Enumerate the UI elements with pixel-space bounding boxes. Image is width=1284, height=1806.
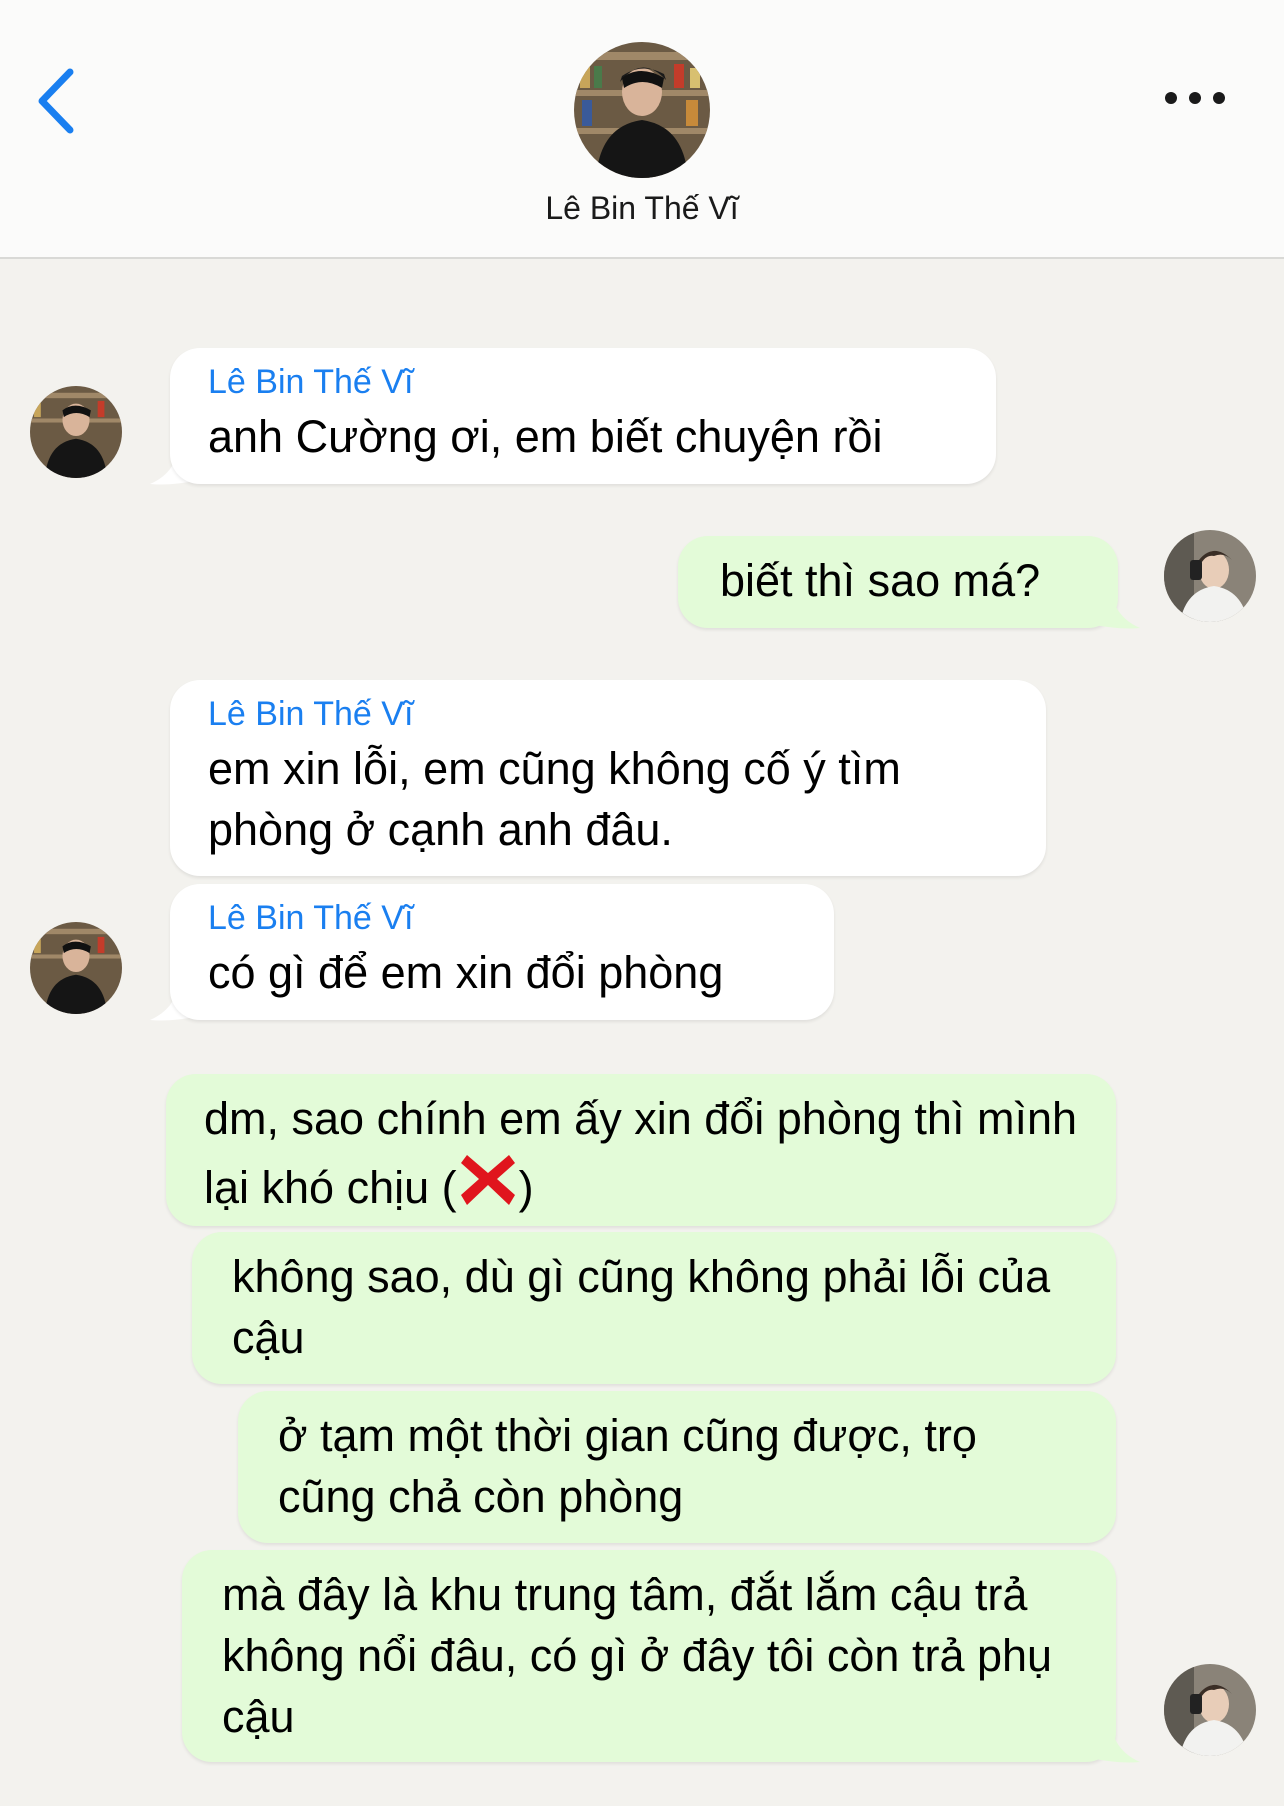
contact-name[interactable]: Lê Bin Thế Vĩ	[392, 190, 892, 227]
bubble-tail	[1090, 584, 1140, 629]
message-text: biết thì sao má?	[720, 555, 1041, 606]
cross-mark-icon	[460, 1155, 515, 1205]
message-bubble-outgoing[interactable]: mà đây là khu trung tâm, đắt lắm cậu trả…	[182, 1550, 1116, 1762]
message-text: có gì để em xin đổi phòng	[208, 947, 724, 998]
chat-header: Lê Bin Thế Vĩ	[0, 0, 1284, 259]
message-bubble-incoming[interactable]: Lê Bin Thế Vĩ em xin lỗi, em cũng không …	[170, 680, 1046, 876]
back-chevron-icon[interactable]	[34, 66, 84, 136]
my-avatar[interactable]	[1164, 1664, 1256, 1756]
message-bubble-outgoing[interactable]: biết thì sao má?	[678, 536, 1118, 628]
sender-name: Lê Bin Thế Vĩ	[208, 899, 414, 937]
message-text: không sao, dù gì cũng không phải lỗi của…	[232, 1251, 1051, 1363]
my-avatar[interactable]	[1164, 530, 1256, 622]
message-text: ở tạm một thời gian cũng được, trọ cũng …	[278, 1410, 977, 1522]
message-text: anh Cường ơi, em biết chuyện rồi	[208, 411, 883, 462]
message-text: dm, sao chính em ấy xin đổi phòng thì mì…	[204, 1093, 1077, 1213]
contact-avatar[interactable]	[574, 42, 710, 178]
message-bubble-incoming[interactable]: Lê Bin Thế Vĩ anh Cường ơi, em biết chuy…	[170, 348, 996, 484]
sender-name: Lê Bin Thế Vĩ	[208, 695, 414, 733]
sender-name: Lê Bin Thế Vĩ	[208, 363, 414, 401]
bubble-tail	[1090, 1718, 1140, 1763]
message-bubble-outgoing[interactable]: dm, sao chính em ấy xin đổi phòng thì mì…	[166, 1074, 1116, 1226]
message-bubble-incoming[interactable]: Lê Bin Thế Vĩ có gì để em xin đổi phòng	[170, 884, 834, 1020]
message-bubble-outgoing[interactable]: không sao, dù gì cũng không phải lỗi của…	[192, 1232, 1116, 1384]
more-options-icon[interactable]	[1160, 82, 1230, 114]
sender-avatar[interactable]	[30, 386, 122, 478]
message-text: em xin lỗi, em cũng không cố ý tìm phòng…	[208, 743, 901, 855]
message-bubble-outgoing[interactable]: ở tạm một thời gian cũng được, trọ cũng …	[238, 1391, 1116, 1543]
sender-avatar[interactable]	[30, 922, 122, 1014]
message-text: mà đây là khu trung tâm, đắt lắm cậu trả…	[222, 1569, 1053, 1742]
